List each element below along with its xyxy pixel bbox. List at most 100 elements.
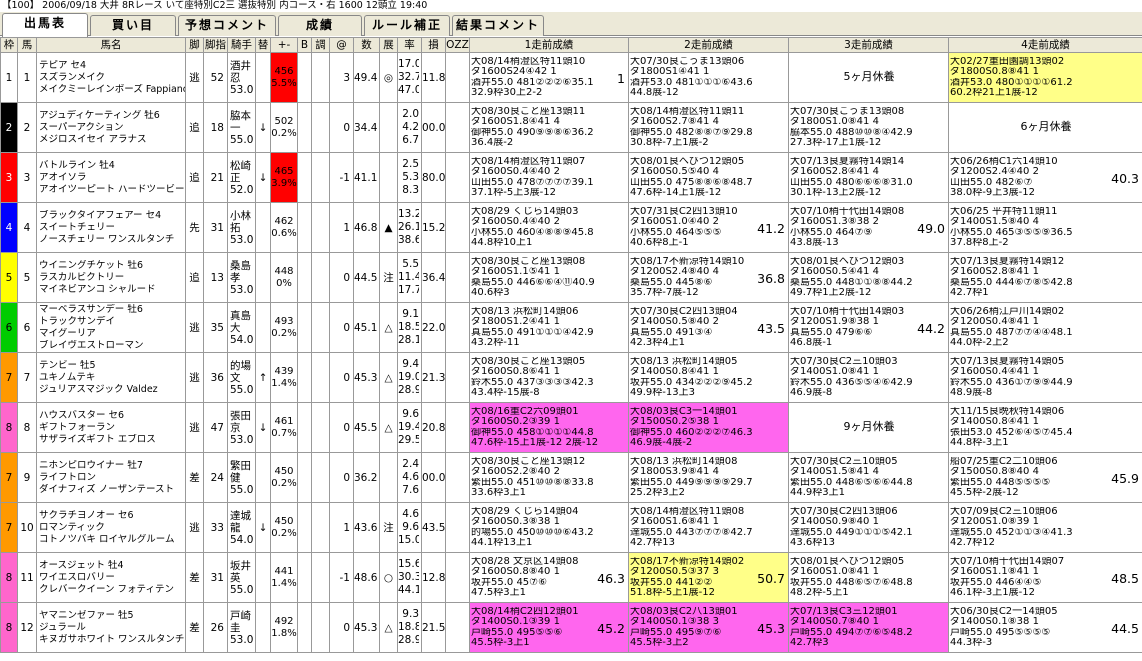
- column-header[interactable]: 枠: [0, 37, 18, 53]
- table-row[interactable]: 6 6 マーベラスサンデー 牡6 トラックサンデイ マイグーリア ブレイヴエストローマン逃…: [0, 302, 1142, 353]
- table-row[interactable]: 4 4 ブラックタイアフェアー セ4 スイートチェリー ノースチェリー ワンスルタンチ先…: [0, 202, 1142, 253]
- horse-name-cell[interactable]: ウイニングチケット 牡6 ラスカルビクトリー マイネビアンコ シャルード: [36, 252, 186, 303]
- horse-name-cell[interactable]: テピア セ4 スズランメイク メイクミーレインボーズ Fappiano: [36, 52, 186, 103]
- past-race-3-cell[interactable]: 大07/10稍千代田14頭03 ダ1200S1.9⑧38 1 真島55.0 479⑥…: [788, 302, 949, 353]
- horse-name-cell[interactable]: オースジェット 牡4 ワイエスロバリー クレバークイーン フォティテン: [36, 552, 186, 603]
- past-race-1-cell[interactable]: 大08/14稍澄区特11頭10 ダ1600S24④42 1 酒井55.0 481②②…: [469, 52, 629, 103]
- past-race-1-cell[interactable]: 大08/30良こと座13頭12 ダ1600S2.2⑧40 2 繁田55.0 451⑩…: [469, 452, 629, 503]
- past-race-4-cell[interactable]: 大06/30良C2一14頭05 ダ1400S0.1⑧38 1 戸崎55.0 495⑤…: [948, 602, 1142, 653]
- past-race-1-cell[interactable]: 大08/30良こと座13頭11 ダ1600S1.8④41 4 御神55.0 490⑨…: [469, 102, 629, 153]
- horse-name-cell[interactable]: サクラチヨノオー セ6 ロマンティック コトノツバキ ロイヤルグルーム: [36, 502, 186, 553]
- past-race-3-cell[interactable]: 大07/30良C2三10頭03 ダ1400S1.0⑧41 1 鈴木55.0 436⑤…: [788, 352, 949, 403]
- past-race-2-cell[interactable]: 大08/13 浜松町14頭08 ダ1800S3.9⑧41 4 繁田55.0 449⑨…: [628, 452, 789, 503]
- horse-name-cell[interactable]: マーベラスサンデー 牡6 トラックサンデイ マイグーリア ブレイヴエストローマン: [36, 302, 186, 353]
- table-row[interactable]: 1 1 テピア セ4 スズランメイク メイクミーレインボーズ Fappiano 逃 52 酒井…: [0, 52, 1142, 103]
- jockey-cell[interactable]: 桑島孝 53.0: [227, 252, 256, 303]
- column-header[interactable]: 損: [421, 37, 446, 53]
- past-race-4-cell[interactable]: 大07/13良夏霧特14頭05 ダ1600S0.4④41 1 鈴木55.0 436①…: [948, 352, 1142, 403]
- column-header[interactable]: 4走前成績: [948, 37, 1142, 53]
- past-race-1-cell[interactable]: 大08/30良こと座13頭08 ダ1600S1.1⑤41 1 桑島55.0 446⑥…: [469, 252, 629, 303]
- horse-name-cell[interactable]: バトルライン 牡4 アオイソラ アオイツーピート ハードツービート: [36, 152, 186, 203]
- past-race-3-cell[interactable]: 大07/10稍千代田14頭08 ダ1600S1.3⑧38 2 小林55.0 464⑦…: [788, 202, 949, 253]
- past-race-1-cell[interactable]: 大08/29 くじら14頭04 ダ1600S0.3⑧38 1 的場55.0 450⑩…: [469, 502, 629, 553]
- column-header[interactable]: 展: [379, 37, 398, 53]
- jockey-cell[interactable]: 張田京 53.0: [227, 402, 256, 453]
- column-header[interactable]: 馬名: [36, 37, 186, 53]
- past-race-3-cell[interactable]: 大08/01良へびつ12頭03 ダ1600S0.5④41 4 桑島55.0 448①…: [788, 252, 949, 303]
- past-race-2-cell[interactable]: 大08/17不新涼特14頭10 ダ1200S2.4⑧40 4 桑島55.0 445⑧…: [628, 252, 789, 303]
- past-race-2-cell[interactable]: 大07/31良C2四13頭10 ダ1600S1.0④40 2 小林55.0 464⑤…: [628, 202, 789, 253]
- past-race-1-cell[interactable]: 大08/29 くじら14頭03 ダ1600S0.4④40 2 小林55.0 460④…: [469, 202, 629, 253]
- table-row[interactable]: 8 8 ハウスバスター セ6 ギフトフォーラン サザライズギフト エブロス逃 47 張田京 5…: [0, 402, 1142, 453]
- past-race-1-cell[interactable]: 大08/14稍澄区特11頭07 ダ1600S0.4④40 2 山田55.0 478⑦…: [469, 152, 629, 203]
- past-race-4-cell[interactable]: 船07/25重C2二10頭06 ダ1500S0.8⑧40 4 繁田55.0 448⑤…: [948, 452, 1142, 503]
- horse-name-cell[interactable]: ニホンピロウイナー 牡7 ライフトロン ダイナフィズ ノーザンテースト: [36, 452, 186, 503]
- table-row[interactable]: 7 9 ニホンピロウイナー 牡7 ライフトロン ダイナフィズ ノーザンテースト差 24 繁田…: [0, 452, 1142, 503]
- past-race-3-cell[interactable]: 大07/13良C3三12頭01 ダ1400S0.7⑧40 1 戸崎55.0 494⑦…: [788, 602, 949, 653]
- horse-name-cell[interactable]: ハウスバスター セ6 ギフトフォーラン サザライズギフト エブロス: [36, 402, 186, 453]
- past-race-1-cell[interactable]: 大08/28 文京区14頭08 ダ1600S0.8⑧40 1 坂井55.0 45⑦⑥…: [469, 552, 629, 603]
- column-header[interactable]: @: [329, 37, 354, 53]
- column-header[interactable]: 替: [255, 37, 271, 53]
- past-race-2-cell[interactable]: 大08/14稍澄区特11頭08 ダ1600S1.6⑧41 1 達城55.0 443⑦…: [628, 502, 789, 553]
- column-header[interactable]: 2走前成績: [628, 37, 789, 53]
- jockey-cell[interactable]: 真島大 54.0: [227, 302, 256, 353]
- past-race-3-cell[interactable]: 大07/30良C2三10頭05 ダ1400S1.5⑧41 4 繁田55.0 448⑥…: [788, 452, 949, 503]
- column-header[interactable]: 調: [311, 37, 330, 53]
- past-race-4-cell[interactable]: 大02/27重田園調13頭02 ダ1800S0.8⑧41 1 酒井53.0 480①…: [948, 52, 1142, 103]
- table-row[interactable]: 5 5 ウイニングチケット 牡6 ラスカルビクトリー マイネビアンコ シャルード追 13 桑…: [0, 252, 1142, 303]
- column-header[interactable]: B: [297, 37, 312, 53]
- past-race-3-cell[interactable]: 大07/30良こうま13頭08 ダ1800S1.0⑧41 4 脇本55.0 488⑩…: [788, 102, 949, 153]
- column-header[interactable]: 脚: [185, 37, 204, 53]
- past-race-1-cell[interactable]: 大08/14稍C2四12頭01 ダ1400S0.1③39 1 戸崎55.0 495⑤…: [469, 602, 629, 653]
- past-race-2-cell[interactable]: 大08/17不新涼特14頭02 ダ1200S0.5③37 3 坂井55.0 441②…: [628, 552, 789, 603]
- past-race-4-cell[interactable]: 大06/25 平井特11頭11 ダ1400S1.5⑧40 4 小林55.0 465③…: [948, 202, 1142, 253]
- tab-kekka-comment[interactable]: 結果コメント: [452, 15, 544, 36]
- past-race-3-cell[interactable]: 大07/30良C2四13頭06 ダ1400S0.9⑧40 1 達城55.0 449①…: [788, 502, 949, 553]
- horse-name-cell[interactable]: アジュディケーティング 牡6 スーパーアクション メジロスイセイ アラナス: [36, 102, 186, 153]
- table-row[interactable]: 8 12 ヤマニンゼファー 牡5 ジュラール キヌガサホワイト ワンスルタンチ差 26 戸崎…: [0, 602, 1142, 653]
- column-header[interactable]: 率: [397, 37, 422, 53]
- past-race-2-cell[interactable]: 大08/01良へびつ12頭05 ダ1600S0.5⑤40 4 山田55.0 475⑧…: [628, 152, 789, 203]
- jockey-cell[interactable]: 達城龍 54.0: [227, 502, 256, 553]
- table-row[interactable]: 7 7 テンビー 牡5 ユキノムテキ ジュリアスマジック Valdez 逃 36 的場文 55.…: [0, 352, 1142, 403]
- jockey-cell[interactable]: 脇本一 55.0: [227, 102, 256, 153]
- table-row[interactable]: 7 10 サクラチヨノオー セ6 ロマンティック コトノツバキ ロイヤルグルーム逃 33 達…: [0, 502, 1142, 553]
- past-race-2-cell[interactable]: 大08/14稍澄区特11頭11 ダ1600S2.7⑧41 4 御神55.0 482⑧…: [628, 102, 789, 153]
- jockey-cell[interactable]: 戸崎圭 53.0: [227, 602, 256, 653]
- past-race-3-cell[interactable]: 大08/01良へびつ12頭05 ダ1600S1.0⑧41 1 坂井55.0 448⑥…: [788, 552, 949, 603]
- past-race-4-cell[interactable]: 大07/10稍千代田14頭07 ダ1600S1.1⑧41 1 坂井55.0 446④…: [948, 552, 1142, 603]
- horse-name-cell[interactable]: テンビー 牡5 ユキノムテキ ジュリアスマジック Valdez: [36, 352, 186, 403]
- past-race-1-cell[interactable]: 大08/16重C2六09頭01 ダ1600S0.2③39 1 御神55.0 458①…: [469, 402, 629, 453]
- column-header[interactable]: +-: [270, 37, 298, 53]
- column-header[interactable]: 3走前成績: [788, 37, 949, 53]
- past-race-2-cell[interactable]: 大07/30良C2四13頭04 ダ1400S0.5⑧40 2 真島55.0 491③…: [628, 302, 789, 353]
- past-race-3-cell[interactable]: 9ヶ月休養: [788, 402, 949, 453]
- past-race-2-cell[interactable]: 大08/03良C2八13頭01 ダ1400S0.1③38 3 戸崎55.0 495⑨…: [628, 602, 789, 653]
- table-row[interactable]: 8 11 オースジェット 牡4 ワイエスロバリー クレバークイーン フォティテン差 31 坂…: [0, 552, 1142, 603]
- jockey-cell[interactable]: 酒井忍 53.0: [227, 52, 256, 103]
- past-race-4-cell[interactable]: 大07/09良C2三10頭06 ダ1200S1.0⑧39 1 達城55.0 452①…: [948, 502, 1142, 553]
- past-race-2-cell[interactable]: 大08/03良C3一14頭01 ダ1500S0.2⑤38 1 御神55.0 460②…: [628, 402, 789, 453]
- past-race-3-cell[interactable]: 5ヶ月休養: [788, 52, 949, 103]
- tab-yosou-comment[interactable]: 予想コメント: [178, 15, 276, 36]
- jockey-cell[interactable]: 小林拓 53.0: [227, 202, 256, 253]
- past-race-4-cell[interactable]: 大06/26稍C1六14頭10 ダ1200S2.4④40 2 山田55.0 482⑥…: [948, 152, 1142, 203]
- column-header[interactable]: 脚指: [203, 37, 228, 53]
- jockey-cell[interactable]: 繁田健 55.0: [227, 452, 256, 503]
- past-race-4-cell[interactable]: 大07/13良夏霧特14頭12 ダ1600S2.8⑧41 1 桑島55.0 444⑥…: [948, 252, 1142, 303]
- tab-seiseki[interactable]: 成績: [278, 15, 362, 36]
- column-header[interactable]: 馬: [17, 37, 37, 53]
- column-header[interactable]: OZZ: [445, 37, 470, 53]
- table-row[interactable]: 3 3 バトルライン 牡4 アオイソラ アオイツーピート ハードツービート追 21 松崎正 5…: [0, 152, 1142, 203]
- past-race-4-cell[interactable]: 大06/26稍江戸川14頭02 ダ1200S0.4⑧41 1 真島55.0 487⑦…: [948, 302, 1142, 353]
- column-header[interactable]: 騎手: [227, 37, 256, 53]
- past-race-3-cell[interactable]: 大07/13良夏霧特14頭14 ダ1600S2.8④41 4 山田55.0 480⑥…: [788, 152, 949, 203]
- past-race-4-cell[interactable]: 6ヶ月休養: [948, 102, 1142, 153]
- tab-rule-hosei[interactable]: ルール補正: [364, 15, 450, 36]
- table-row[interactable]: 2 2 アジュディケーティング 牡6 スーパーアクション メジロスイセイ アラナス追 18…: [0, 102, 1142, 153]
- past-race-1-cell[interactable]: 大08/30良こと座13頭05 ダ1600S0.8⑥41 1 鈴木55.0 437③…: [469, 352, 629, 403]
- tab-kaime[interactable]: 買い目: [90, 15, 176, 36]
- jockey-cell[interactable]: 坂井英 55.0: [227, 552, 256, 603]
- past-race-2-cell[interactable]: 大07/30良こうま13頭06 ダ1800S1④41 1 酒井53.0 481①①①…: [628, 52, 789, 103]
